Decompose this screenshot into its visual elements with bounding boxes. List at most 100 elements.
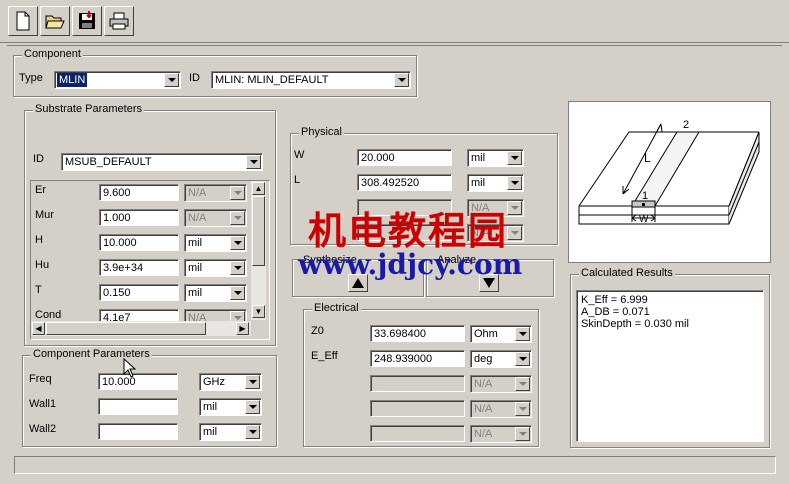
scroll-right-icon[interactable]: ▶ <box>236 322 249 335</box>
electrical-unit-select-value: N/A <box>474 378 493 390</box>
chevron-down-icon[interactable] <box>507 226 522 240</box>
microstrip-diagram: L W 1 2 <box>568 101 771 263</box>
substrate-label: T <box>35 284 42 296</box>
chevron-down-icon[interactable] <box>394 73 409 87</box>
open-button[interactable] <box>40 6 70 36</box>
electrical-unit-select-value: deg <box>474 353 493 365</box>
electrical-unit-select[interactable]: N/A <box>470 375 532 393</box>
electrical-unit-select-value: N/A <box>474 403 493 415</box>
chevron-down-icon[interactable] <box>246 155 261 169</box>
open-icon <box>45 15 65 29</box>
substrate-unit-select-value: mil <box>188 237 203 249</box>
chevron-down-icon[interactable] <box>230 186 245 200</box>
physical-unit-select-value: mil <box>471 177 486 189</box>
substrate-label: Cond <box>35 309 62 321</box>
substrate-unit-select[interactable]: mil <box>184 234 247 252</box>
component-param-label: Wall2 <box>29 423 57 435</box>
chevron-down-icon[interactable] <box>507 151 522 165</box>
new-button[interactable] <box>8 6 38 36</box>
electrical-label: Z0 <box>311 325 324 337</box>
chevron-down-icon[interactable] <box>230 286 245 300</box>
new-icon <box>16 11 30 31</box>
chevron-down-icon[interactable] <box>230 236 245 250</box>
substrate-unit-select-value: N/A <box>188 187 207 199</box>
substrate-value[interactable]: 1.000 <box>99 209 179 226</box>
chevron-down-icon[interactable] <box>507 176 522 190</box>
physical-group-title: Physical <box>299 126 344 138</box>
result-line: A_DB = 0.071 <box>581 306 650 318</box>
component-param-value[interactable] <box>98 423 178 440</box>
chevron-down-icon[interactable] <box>515 352 530 366</box>
component-group-title: Component <box>22 48 83 60</box>
component-param-unit-select[interactable]: GHz <box>199 373 262 391</box>
chevron-down-icon[interactable] <box>515 327 530 341</box>
substrate-value[interactable]: 0.150 <box>99 284 179 301</box>
substrate-hscrollbar[interactable]: ◀ ▶ <box>31 321 251 336</box>
chevron-down-icon[interactable] <box>515 402 530 416</box>
result-line: K_Eff = 6.999 <box>581 294 648 306</box>
electrical-value[interactable]: 33.698400 <box>370 325 465 342</box>
chevron-down-icon[interactable] <box>515 377 530 391</box>
chevron-down-icon[interactable] <box>507 201 522 215</box>
component-group: Component Type MLIN ID MLIN: MLIN_DEFAUL… <box>13 48 417 97</box>
component-param-unit-select[interactable]: mil <box>199 398 262 416</box>
chevron-down-icon[interactable] <box>245 425 260 439</box>
substrate-label: H <box>35 234 43 246</box>
scroll-thumb[interactable] <box>252 196 265 266</box>
physical-unit-select[interactable]: mil <box>467 174 524 192</box>
diagram-port-1: 1 <box>642 190 648 202</box>
substrate-value[interactable]: 3.9e+34 <box>99 259 179 276</box>
save-button[interactable] <box>72 6 102 36</box>
electrical-unit-select[interactable]: N/A <box>470 425 532 443</box>
substrate-unit-select-value: mil <box>188 287 203 299</box>
chevron-down-icon[interactable] <box>230 211 245 225</box>
physical-value[interactable]: 308.492520 <box>357 174 452 191</box>
id-label: ID <box>189 72 200 84</box>
scroll-up-icon[interactable]: ▲ <box>252 182 265 195</box>
scroll-down-icon[interactable]: ▼ <box>252 305 265 318</box>
chevron-down-icon[interactable] <box>245 375 260 389</box>
electrical-unit-select[interactable]: deg <box>470 350 532 368</box>
hscroll-thumb[interactable] <box>46 322 206 335</box>
electrical-unit-select-value: N/A <box>474 428 493 440</box>
component-param-unit-select[interactable]: mil <box>199 423 262 441</box>
component-param-value[interactable] <box>98 398 178 415</box>
substrate-unit-select[interactable]: N/A <box>184 209 247 227</box>
print-button[interactable] <box>104 6 134 36</box>
chevron-down-icon[interactable] <box>245 400 260 414</box>
chevron-down-icon[interactable] <box>230 261 245 275</box>
type-label: Type <box>19 72 43 84</box>
electrical-unit-select[interactable]: N/A <box>470 400 532 418</box>
toolbar <box>0 0 789 43</box>
component-param-unit-select-value: mil <box>203 426 218 438</box>
substrate-id-label: ID <box>33 153 44 165</box>
diagram-port-2: 2 <box>683 119 689 131</box>
substrate-group-title: Substrate Parameters <box>33 103 144 115</box>
substrate-value[interactable]: 10.000 <box>99 234 179 251</box>
substrate-id-select[interactable]: MSUB_DEFAULT <box>61 153 263 171</box>
component-param-unit-select-value: GHz <box>203 376 225 388</box>
type-select[interactable]: MLIN <box>54 71 181 89</box>
substrate-unit-select[interactable]: mil <box>184 259 247 277</box>
substrate-vscrollbar[interactable]: ▲ ▼ <box>251 181 266 320</box>
results-box[interactable]: K_Eff = 6.999 A_DB = 0.071 SkinDepth = 0.0… <box>576 290 764 442</box>
print-icon <box>109 12 129 30</box>
microstrip-line-diagram: L W 1 2 <box>578 119 760 225</box>
scroll-left-icon[interactable]: ◀ <box>32 322 45 335</box>
electrical-unit-select-value: Ohm <box>474 328 498 340</box>
electrical-value[interactable]: 248.939000 <box>370 350 465 367</box>
component-param-value[interactable]: 10.000 <box>98 373 178 390</box>
substrate-label: Hu <box>35 259 50 271</box>
substrate-unit-select[interactable]: mil <box>184 284 247 302</box>
chevron-down-icon[interactable] <box>164 73 179 87</box>
component-param-label: Wall1 <box>29 398 57 410</box>
physical-unit-select-value: mil <box>471 152 486 164</box>
substrate-value[interactable]: 9.600 <box>99 184 179 201</box>
physical-value[interactable]: 20.000 <box>357 149 452 166</box>
electrical-group-title: Electrical <box>312 302 361 314</box>
substrate-unit-select[interactable]: N/A <box>184 184 247 202</box>
chevron-down-icon[interactable] <box>515 427 530 441</box>
physical-unit-select[interactable]: mil <box>467 149 524 167</box>
electrical-unit-select[interactable]: Ohm <box>470 325 532 343</box>
component-id-select[interactable]: MLIN: MLIN_DEFAULT <box>211 71 411 89</box>
